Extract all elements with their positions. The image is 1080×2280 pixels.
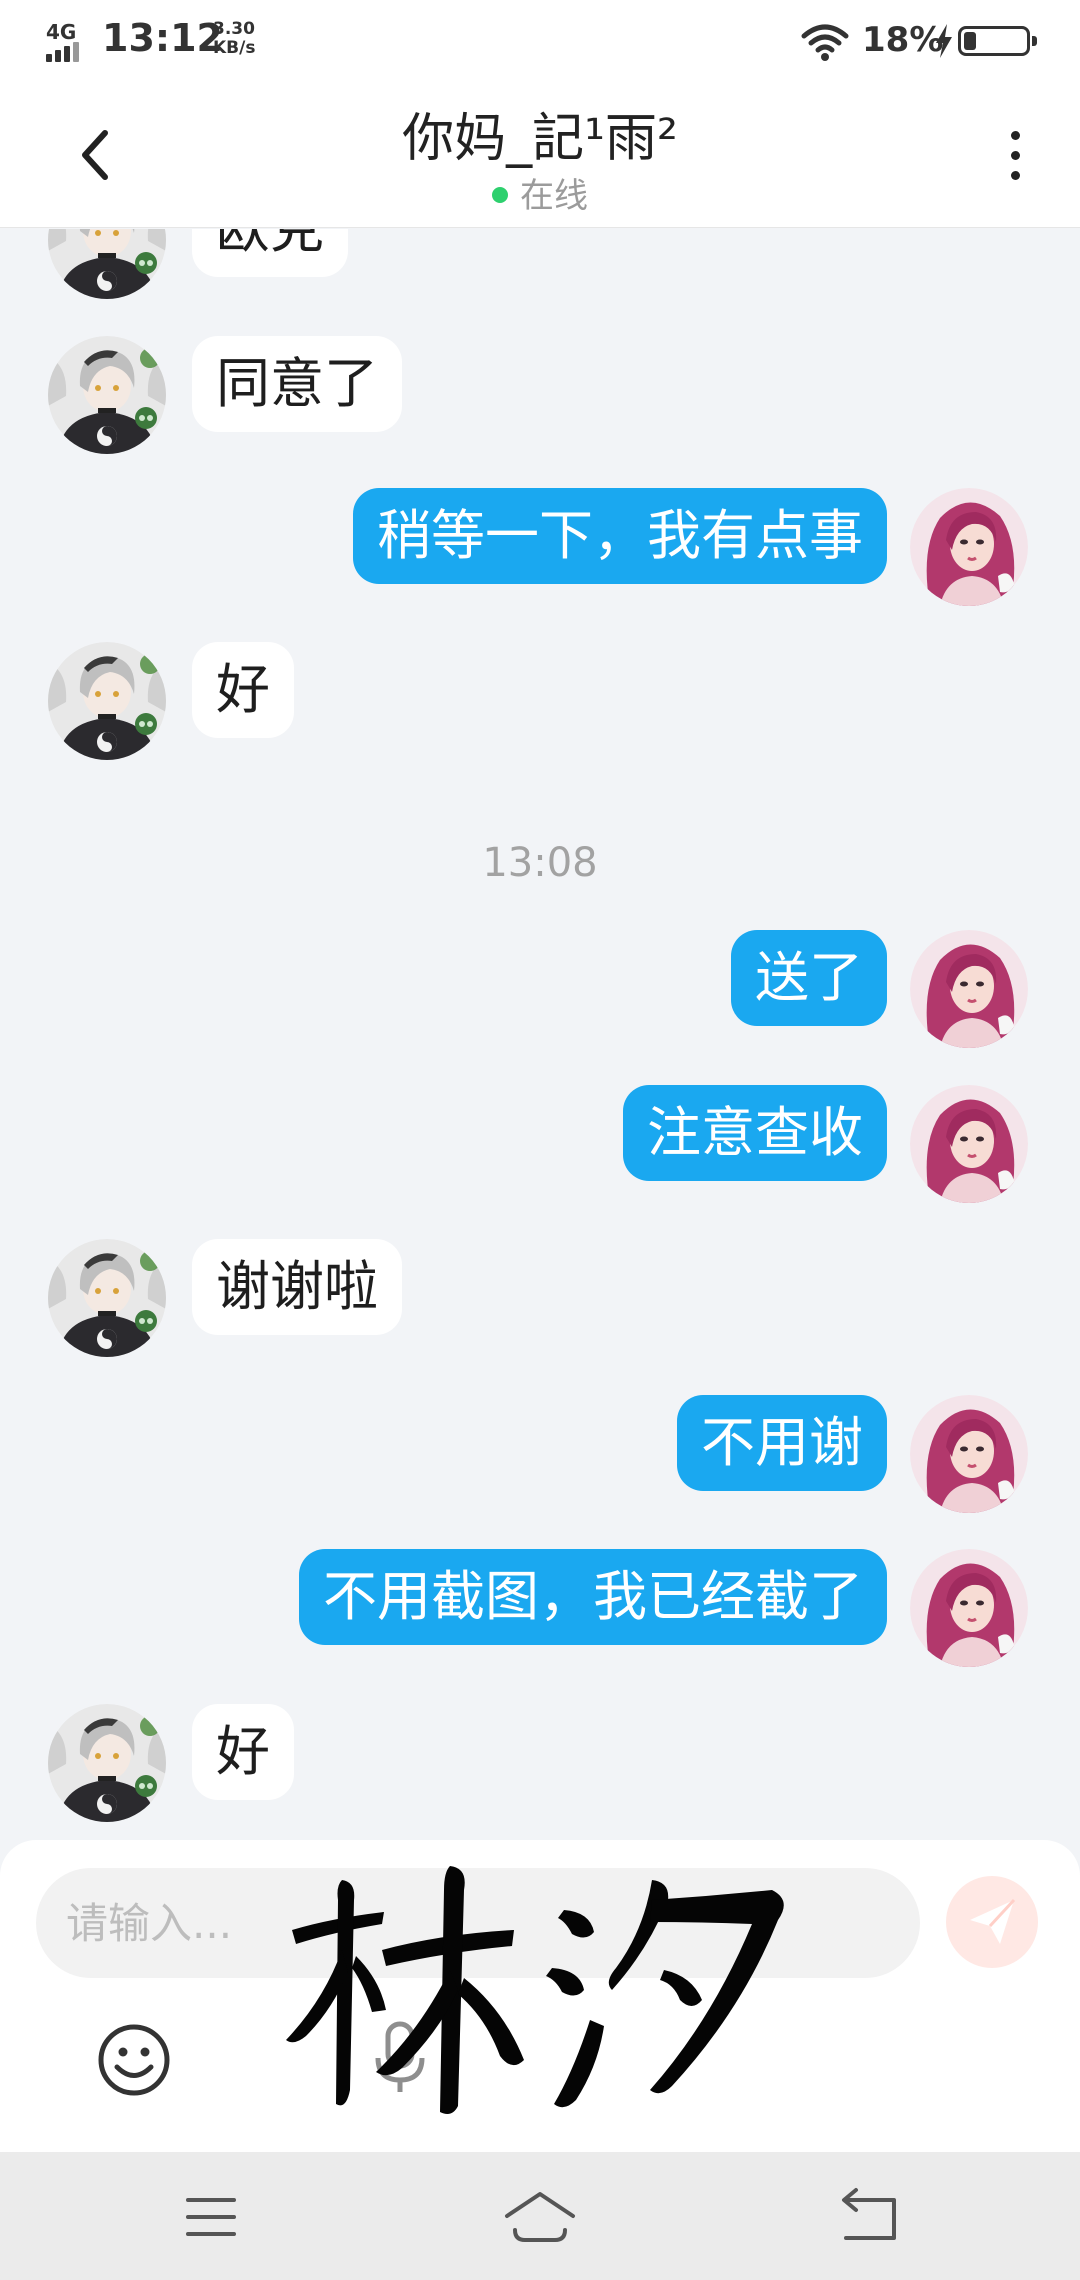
message-bubble[interactable]: 好 [192,1704,294,1800]
battery-level [964,32,976,50]
message-incoming: 同意了 [0,336,1080,452]
message-outgoing: 不用谢 [0,1395,1080,1511]
home-icon[interactable] [495,2182,585,2252]
send-button[interactable] [946,1876,1038,1968]
message-incoming: 欧克 [0,229,1080,297]
more-vertical-icon [1010,130,1020,140]
contact-avatar[interactable] [48,1704,166,1822]
message-incoming: 好 [0,1704,1080,1820]
my-avatar[interactable] [910,1549,1028,1667]
composer [0,1840,1080,2152]
contact-avatar[interactable] [48,642,166,760]
menu-icon[interactable] [166,2182,256,2252]
contact-avatar[interactable] [48,1239,166,1357]
message-list[interactable]: 欧克 同意了 稍等一下，我有点事 好 13:08 送了 注意查收 谢谢啦 不用谢… [0,229,1080,1840]
wifi-icon [801,24,849,61]
more-options-button[interactable] [990,120,1040,190]
charging-icon [936,24,952,58]
system-nav-bar [0,2152,1080,2280]
message-bubble[interactable]: 同意了 [192,336,402,432]
message-bubble[interactable]: 送了 [731,930,887,1026]
message-input[interactable] [36,1868,920,1978]
message-outgoing: 送了 [0,930,1080,1046]
cellular-signal-icon: 4G [46,20,92,62]
network-speed-unit: KB/s [213,38,256,58]
my-avatar[interactable] [910,488,1028,606]
message-bubble[interactable]: 不用截图，我已经截了 [299,1549,887,1645]
online-status: 在线 [0,168,1080,217]
message-bubble[interactable]: 欧克 [192,229,348,277]
message-bubble[interactable]: 谢谢啦 [192,1239,402,1335]
network-speed: 3.30 KB/s [213,20,255,58]
status-bar: 4G 13:12 3.30 KB/s 18% [0,0,1080,82]
status-time: 13:12 [102,16,223,60]
message-bubble[interactable]: 稍等一下，我有点事 [353,488,887,584]
message-bubble[interactable]: 不用谢 [677,1395,887,1491]
message-bubble[interactable]: 注意查收 [623,1085,887,1181]
send-icon [970,1898,1016,1944]
battery-percent: 18% [862,20,944,60]
network-speed-value: 3.30 [213,19,255,39]
message-timestamp: 13:08 [482,840,598,886]
chat-header: 你妈_記¹雨² 在线 [0,82,1080,228]
emoji-icon[interactable] [96,2022,172,2098]
contact-avatar[interactable] [48,229,166,299]
battery-icon [958,26,1037,56]
online-status-label: 在线 [520,176,588,216]
message-outgoing: 稍等一下，我有点事 [0,488,1080,604]
mic-icon[interactable] [372,2020,428,2096]
message-incoming: 谢谢啦 [0,1239,1080,1355]
my-avatar[interactable] [910,1395,1028,1513]
message-incoming: 好 [0,642,1080,758]
my-avatar[interactable] [910,930,1028,1048]
network-type: 4G [46,20,77,44]
back-arrow-icon[interactable] [824,2182,914,2252]
contact-avatar[interactable] [48,336,166,454]
message-outgoing: 不用截图，我已经截了 [0,1549,1080,1665]
online-dot-icon [492,187,508,203]
message-outgoing: 注意查收 [0,1085,1080,1201]
my-avatar[interactable] [910,1085,1028,1203]
chat-title: 你妈_記¹雨² [402,109,678,169]
message-bubble[interactable]: 好 [192,642,294,738]
